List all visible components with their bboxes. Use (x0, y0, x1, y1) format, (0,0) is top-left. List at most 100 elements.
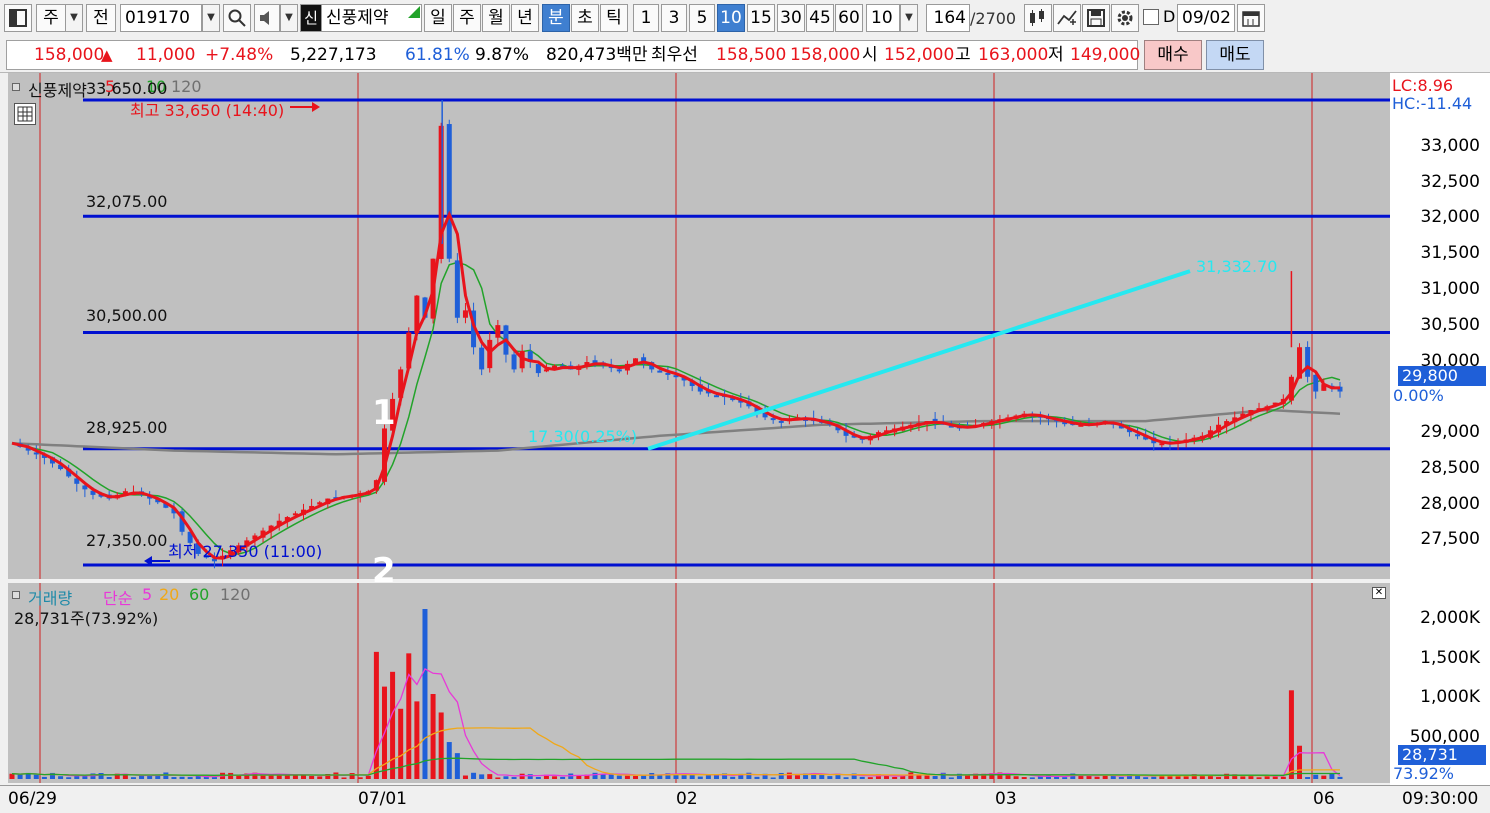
volume-bar (1288, 690, 1294, 779)
volume-bar (1118, 776, 1124, 779)
d-checkbox[interactable] (1143, 9, 1159, 25)
stock-name-field[interactable]: 신풍제약 (322, 4, 422, 32)
volume-bar (171, 777, 177, 779)
candle-body (479, 347, 485, 370)
hline-label-top: 33,650.00 (86, 79, 168, 98)
main-toolbar: 주 ▼ 전 019170 ▼ ▼ 신 신풍제약 일 주 월 년 분 초 틱 1 … (0, 0, 1490, 39)
volume-bar (754, 776, 760, 779)
volume-bar (187, 777, 193, 779)
stock-code-input[interactable]: 019170 (120, 4, 202, 32)
interval-minute-button[interactable]: 분 (542, 4, 570, 32)
hline-label-2: 32,075.00 (86, 192, 168, 211)
period-year-button[interactable]: 년 (511, 4, 539, 32)
trend-start-label: 17.30(0.25%) (528, 427, 638, 446)
minute-30-button[interactable]: 30 (777, 4, 805, 32)
close-icon[interactable]: ✕ (1372, 587, 1386, 599)
volume-ratio: 61.81% (405, 45, 470, 65)
interval-second-button[interactable]: 초 (571, 4, 599, 32)
volume-bar (1021, 777, 1027, 779)
candle-body (713, 395, 719, 398)
minute-5-button[interactable]: 5 (689, 4, 715, 32)
price-tick: 32,500 (1420, 172, 1480, 192)
volume-bar (843, 777, 849, 779)
price-change-pct: +7.48% (205, 45, 274, 65)
candle-body (454, 260, 460, 318)
legend-vol-ma120: 120 (220, 585, 251, 604)
volume-bar (948, 777, 954, 779)
volume-bar (398, 708, 404, 779)
candle-settings-icon[interactable] (1024, 4, 1052, 32)
volume-bar (730, 776, 736, 779)
drawing-tool-icon[interactable] (1053, 4, 1081, 32)
minute-3-button[interactable]: 3 (661, 4, 687, 32)
chevron-down-icon[interactable]: ▼ (280, 4, 298, 32)
volume-bar (301, 775, 307, 779)
volume-bar (1248, 775, 1254, 779)
volume-bar (1183, 776, 1189, 779)
period-month-button[interactable]: 월 (482, 4, 510, 32)
count-input[interactable]: 164 (926, 4, 970, 32)
volume-bar (1086, 775, 1092, 779)
prev-button[interactable]: 전 (86, 4, 116, 32)
price-change: 11,000 (136, 45, 196, 65)
period-day-button[interactable]: 일 (424, 4, 452, 32)
minute-select[interactable]: 10 (866, 4, 900, 32)
high-price: 163,000 (978, 45, 1049, 65)
search-icon[interactable] (223, 4, 251, 32)
buy-button[interactable]: 매수 (1144, 40, 1202, 70)
price-tick: 33,000 (1420, 136, 1480, 156)
minute-1-button[interactable]: 1 (633, 4, 659, 32)
volume-bar (535, 776, 541, 779)
date-input[interactable]: 09/02 (1177, 4, 1235, 32)
trade-volume: 5,227,173 (290, 45, 377, 65)
candle-body (1305, 346, 1311, 377)
speaker-icon[interactable] (254, 4, 280, 32)
best-bid: 158,000 (790, 45, 861, 65)
chevron-down-icon[interactable]: ▼ (900, 4, 918, 32)
candle-body (778, 420, 784, 423)
volume-bar (705, 775, 711, 779)
current-price-tag: 29,800 (1398, 366, 1486, 386)
volume-bar (58, 776, 64, 779)
minute-45-button[interactable]: 45 (806, 4, 834, 32)
minute-10-button[interactable]: 10 (717, 4, 745, 32)
save-icon[interactable] (1082, 4, 1110, 32)
period-week-button[interactable]: 주 (453, 4, 481, 32)
minute-15-button[interactable]: 15 (747, 4, 775, 32)
price-tick: 32,000 (1420, 207, 1480, 227)
up-triangle-icon: ▲ (101, 46, 113, 64)
gear-icon[interactable] (1111, 4, 1139, 32)
volume-bar (17, 774, 23, 779)
time-tick: 02 (676, 789, 698, 809)
price-chart-pane[interactable]: 신풍제약 5 10 120 33,650.00 32,075.00 30,500… (8, 73, 1390, 591)
candle-body (1313, 374, 1319, 392)
window-layout-icon[interactable] (4, 4, 32, 32)
price-tick: 29,000 (1420, 422, 1480, 442)
volume-bar (1013, 776, 1019, 779)
volume-bar (471, 772, 477, 779)
hline-label-3: 30,500.00 (86, 306, 168, 325)
hline-label-bottom: 27,350.00 (86, 531, 168, 550)
price-tick: 28,000 (1420, 494, 1480, 514)
volume-bar (633, 775, 639, 779)
minute-60-button[interactable]: 60 (835, 4, 863, 32)
volume-tick: 2,000K (1420, 608, 1480, 628)
pane-collapse-icon[interactable] (12, 591, 20, 599)
calendar-icon[interactable] (1237, 4, 1265, 32)
market-select[interactable]: 주 (36, 4, 66, 32)
pane-collapse-icon[interactable] (12, 83, 20, 91)
volume-bar (462, 775, 468, 779)
chevron-down-icon[interactable]: ▼ (65, 4, 83, 32)
time-axis: 06/29 07/01 02 03 06 09:30:00 (0, 785, 1490, 813)
volume-bar (454, 753, 460, 779)
candle-body (495, 325, 501, 338)
grid-toggle-icon[interactable] (14, 103, 36, 125)
volume-info: 28,731주(73.92%) (14, 609, 159, 628)
high-label: 고 (955, 45, 971, 65)
chevron-down-icon[interactable]: ▼ (202, 4, 220, 32)
volume-chart-svg (9, 583, 1343, 783)
volume-bar (236, 775, 242, 779)
sell-button[interactable]: 매도 (1206, 40, 1264, 70)
interval-tick-button[interactable]: 틱 (600, 4, 628, 32)
volume-chart-pane[interactable]: 거래량 단순 5 20 60 120 28,731주(73.92%) ✕ (8, 583, 1390, 783)
